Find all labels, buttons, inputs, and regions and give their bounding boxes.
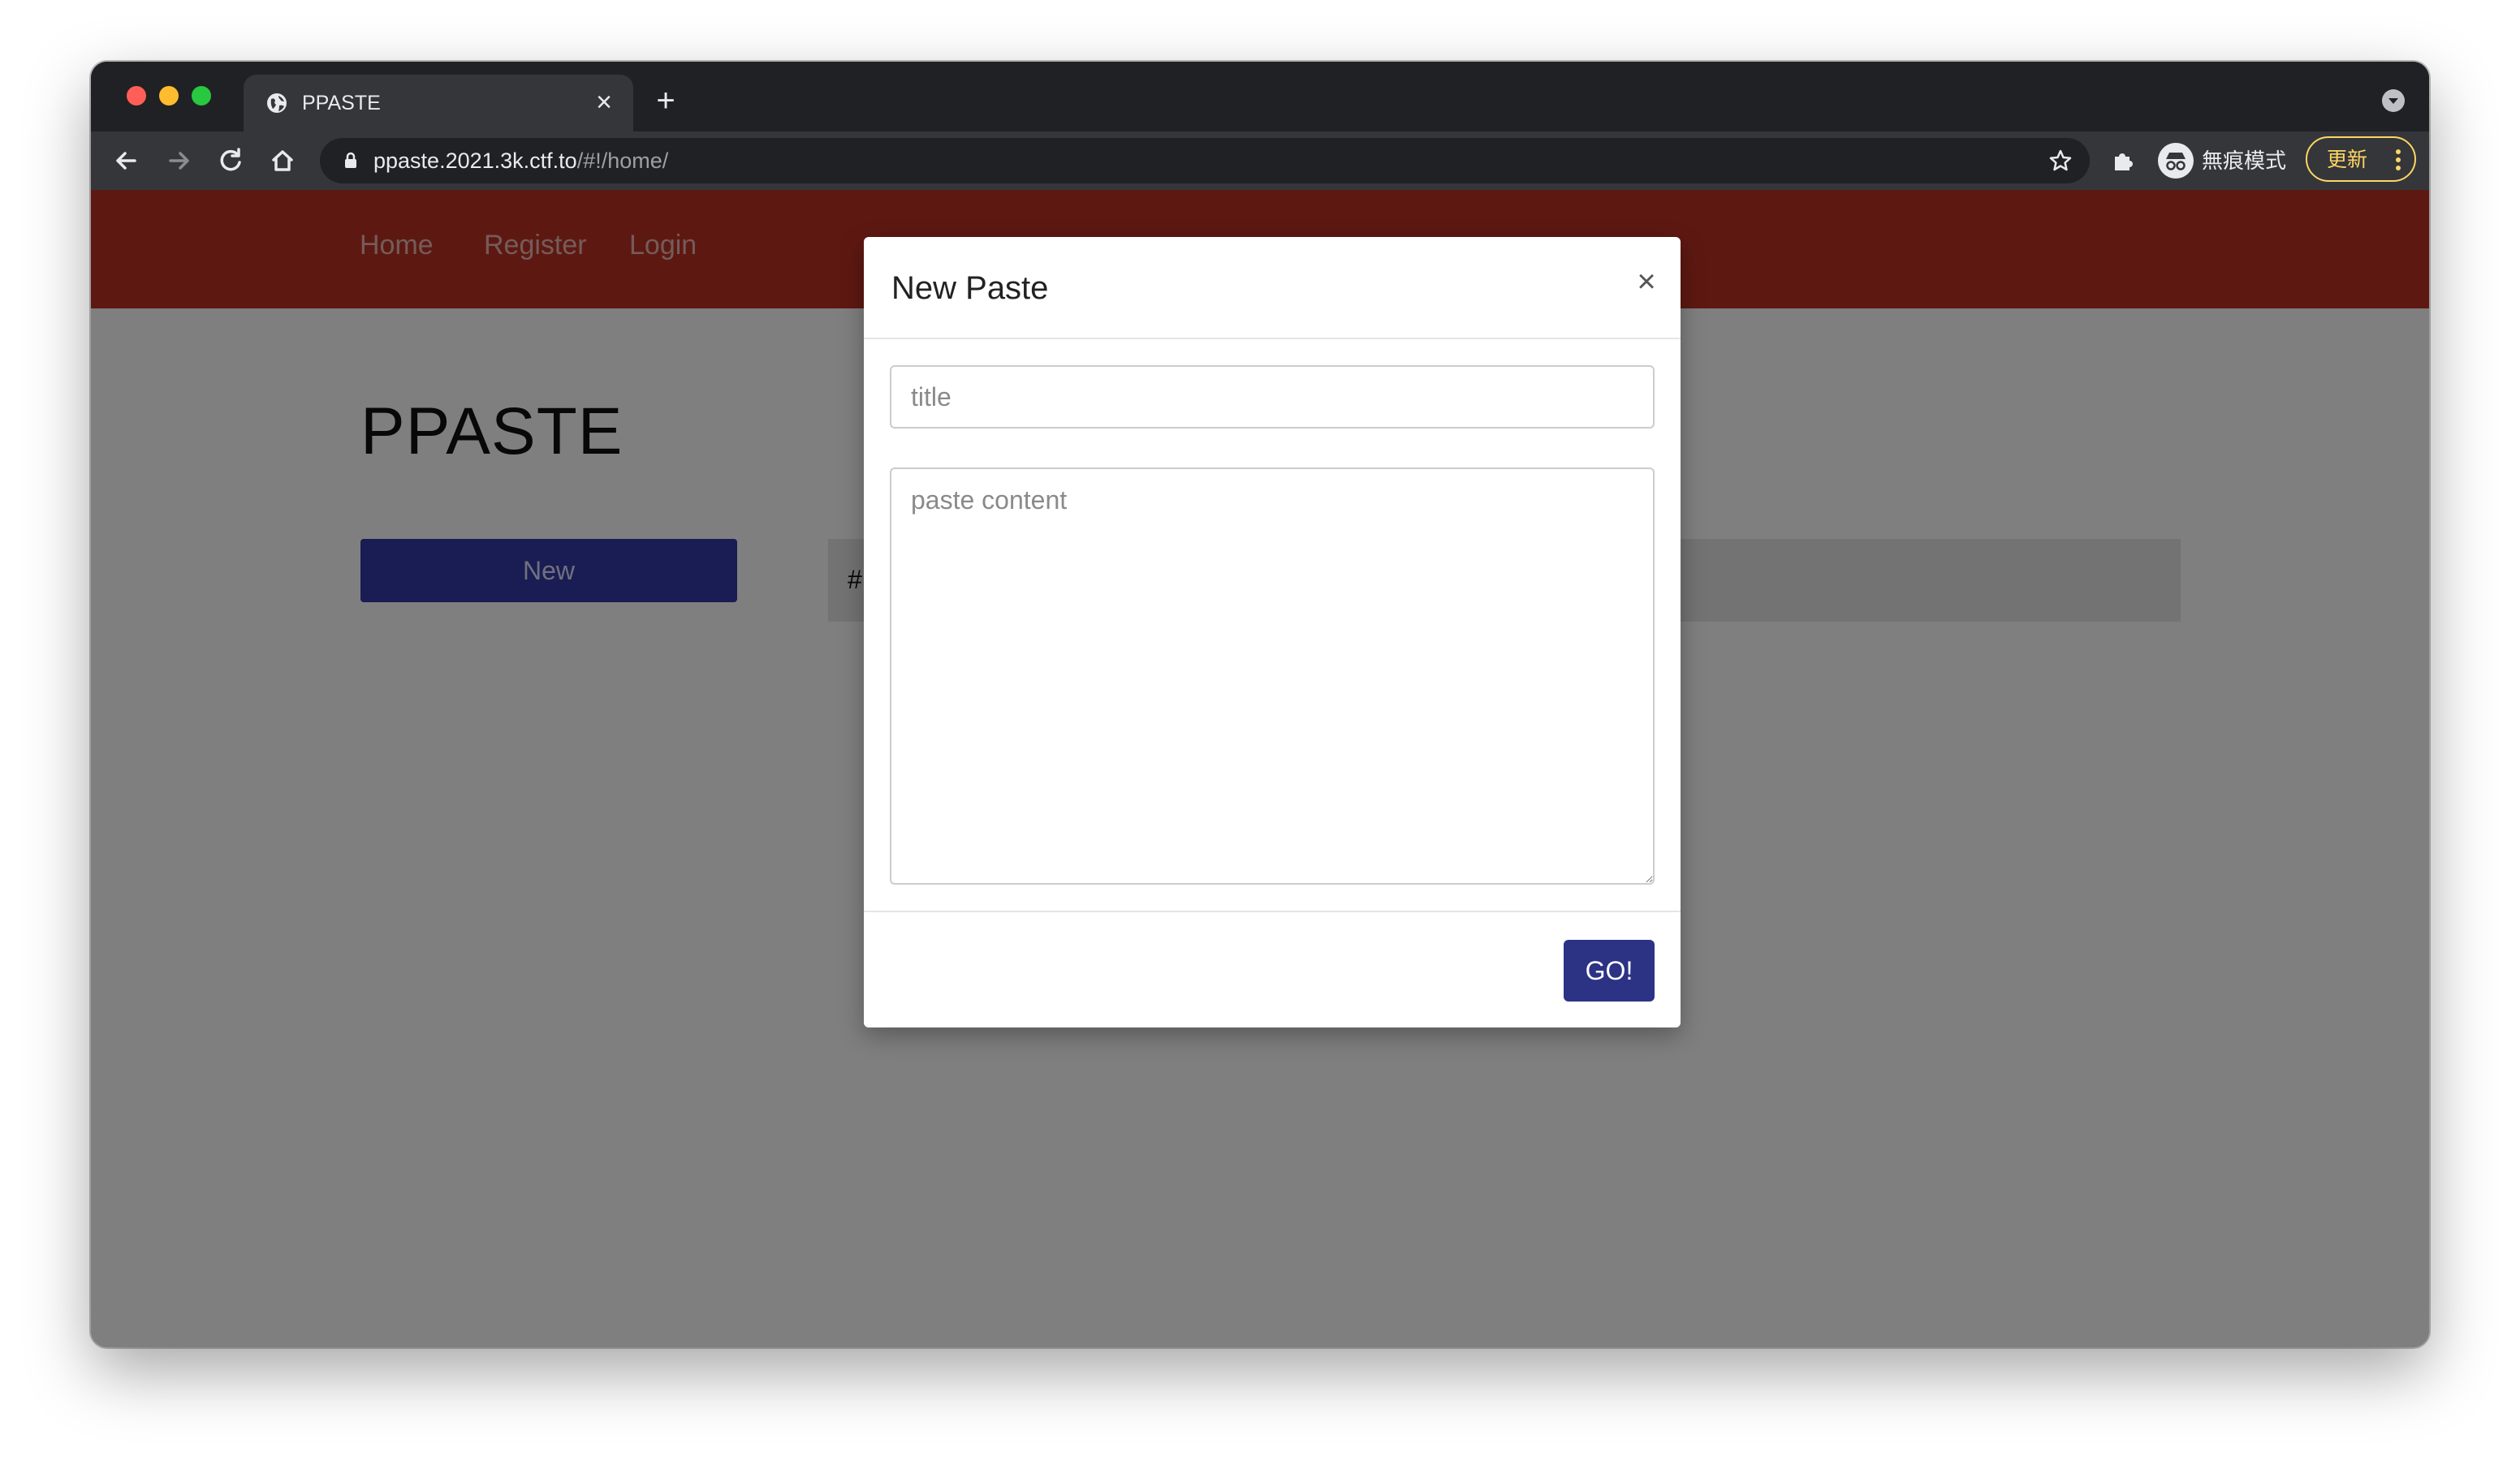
back-icon[interactable] [107,141,146,180]
modal-title: New Paste [891,270,1049,306]
url-path: /#!/home/ [576,149,669,173]
browser-window: PPASTE × + ppaste.2021.3k.ctf.to/#!/home… [91,62,2429,1347]
minimize-window-button[interactable] [159,86,179,106]
forward-icon[interactable] [159,141,198,180]
more-icon [2396,149,2401,170]
browser-toolbar: ppaste.2021.3k.ctf.to/#!/home/ 無痕模式 更新 [91,131,2429,190]
tab-title: PPASTE [302,92,381,114]
modal-header: New Paste × [864,237,1681,339]
star-icon[interactable] [2048,148,2073,174]
close-icon[interactable]: × [1630,261,1663,302]
tab-search-icon[interactable] [2382,89,2405,112]
address-url: ppaste.2021.3k.ctf.to/#!/home/ [373,149,668,173]
lock-icon[interactable] [339,149,362,172]
puzzle-icon[interactable] [2104,141,2143,180]
zoom-window-button[interactable] [192,86,211,106]
title-input[interactable] [890,365,1655,429]
incognito-icon[interactable] [2158,143,2194,179]
profile-label[interactable]: 無痕模式 [2202,148,2286,174]
new-paste-modal: New Paste × GO! [864,237,1681,1027]
reload-icon[interactable] [211,141,250,180]
url-host: ppaste.2021.3k.ctf.to [373,149,577,173]
update-label: 更新 [2327,149,2368,171]
update-button[interactable]: 更新 [2306,136,2416,182]
home-icon[interactable] [263,141,302,180]
browser-tab[interactable]: PPASTE × [244,75,633,131]
web-page: Home Register Login PPASTE New # New Pas… [91,190,2429,1347]
modal-footer: GO! [864,911,1681,1027]
tab-close-icon[interactable]: × [588,86,620,118]
go-button[interactable]: GO! [1564,940,1655,1002]
new-tab-button[interactable]: + [649,84,682,117]
close-window-button[interactable] [127,86,146,106]
tab-strip: PPASTE × + [91,62,2429,131]
paste-content-textarea[interactable] [890,467,1655,885]
globe-icon [267,93,287,113]
address-bar[interactable]: ppaste.2021.3k.ctf.to/#!/home/ [320,138,2090,183]
